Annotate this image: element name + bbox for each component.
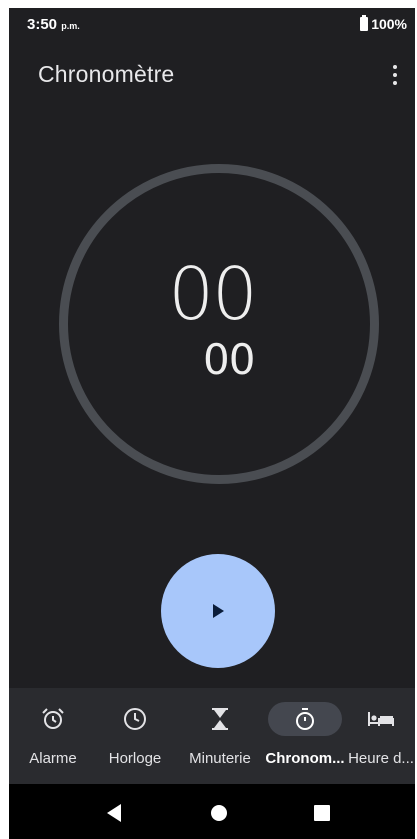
status-time: 3:50 p.m.: [27, 16, 80, 33]
tab-bedtime-label: Heure d...: [348, 750, 414, 767]
status-time-suffix: p.m.: [61, 21, 80, 31]
stopwatch-hundredths: 00: [203, 335, 255, 384]
recents-icon[interactable]: [314, 805, 330, 821]
home-icon[interactable]: [211, 805, 227, 821]
system-navigation-bar: [9, 784, 415, 839]
tab-clock-label: Horloge: [108, 750, 162, 767]
bottom-navigation: Alarme Horloge Minuterie Chronom... Heur…: [9, 688, 415, 784]
clock-icon: [124, 708, 146, 730]
page-title: Chronomètre: [38, 61, 175, 87]
tab-alarm[interactable]: Alarme: [9, 688, 97, 784]
more-vert-icon[interactable]: [383, 60, 407, 90]
tab-clock[interactable]: Horloge: [97, 688, 173, 784]
play-icon: [213, 604, 224, 618]
battery-level: 100%: [371, 16, 407, 32]
status-bar: 3:50 p.m. 100%: [9, 8, 415, 42]
status-time-value: 3:50: [27, 16, 58, 33]
battery-icon: [360, 15, 369, 31]
back-icon[interactable]: [107, 804, 121, 822]
tab-stopwatch-label: Chronom...: [265, 750, 345, 767]
alarm-icon: [42, 708, 64, 729]
tab-timer[interactable]: Minuterie: [177, 688, 263, 784]
tab-bedtime[interactable]: Heure d...: [343, 688, 415, 784]
tab-alarm-label: Alarme: [29, 750, 77, 767]
start-button[interactable]: [161, 554, 275, 668]
stopwatch-seconds: 00: [168, 252, 258, 336]
tab-timer-label: Minuterie: [189, 750, 251, 767]
tab-stopwatch[interactable]: Chronom...: [263, 688, 347, 784]
clock-app-screen: 3:50 p.m. 100% Chronomètre 00 00 Alarme …: [9, 8, 415, 839]
battery-indicator: 100%: [360, 15, 407, 32]
bedtime-icon: [368, 712, 394, 726]
hourglass-icon: [212, 708, 228, 730]
stopwatch-icon: [296, 708, 314, 730]
